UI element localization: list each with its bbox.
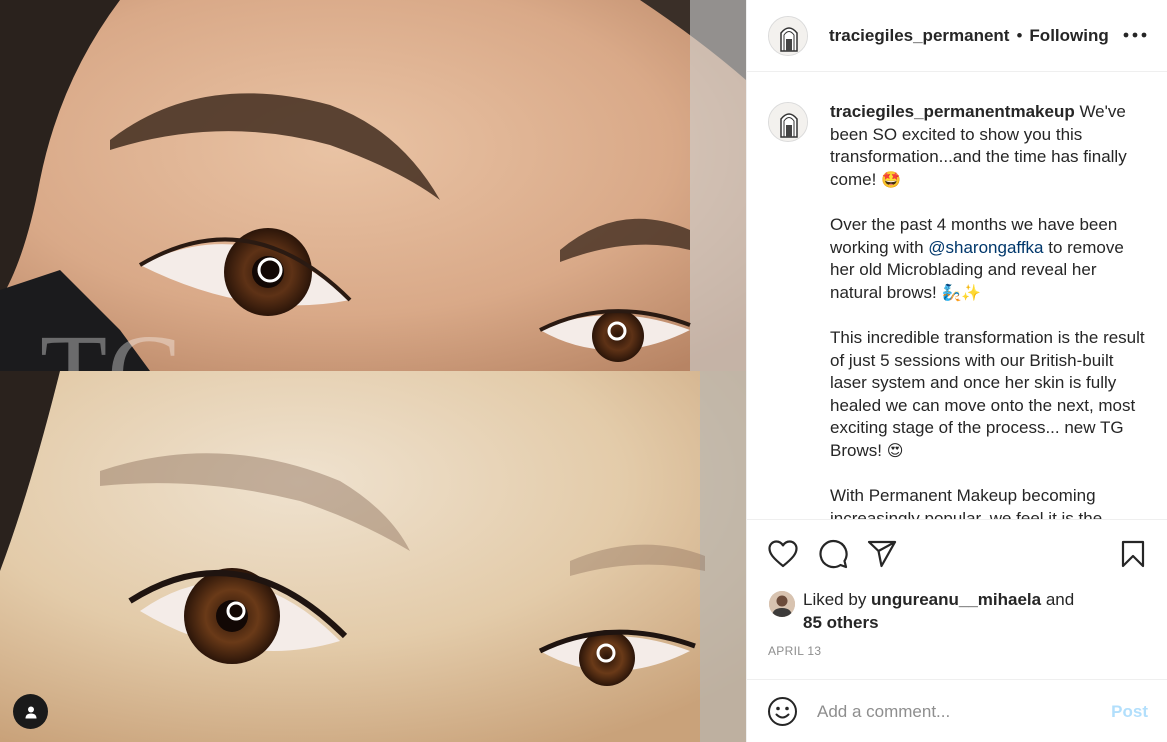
liker-avatar-image	[769, 591, 795, 617]
share-button[interactable]	[866, 538, 898, 570]
likes-summary: Liked by ungureanu__mihaela and 85 others	[769, 588, 1149, 634]
caption-paragraph-2: Over the past 4 months we have been work…	[830, 214, 1148, 304]
post-header: traciegiles_permanent • Following	[747, 0, 1167, 72]
likes-others-link[interactable]: 85 others	[803, 613, 879, 632]
bookmark-icon	[1121, 540, 1145, 568]
media-before-photo: TG	[0, 0, 746, 371]
avatar[interactable]	[768, 15, 808, 56]
more-options-icon	[1123, 32, 1147, 38]
caption: traciegiles_permanentmakeup We've been S…	[768, 101, 1148, 519]
caption-avatar[interactable]	[768, 102, 808, 142]
mention-link[interactable]: @sharongaffka	[928, 238, 1043, 257]
caption-paragraph-3: This incredible transformation is the re…	[830, 327, 1148, 463]
heart-icon	[768, 540, 798, 568]
watermark: TG	[40, 312, 187, 371]
header-username[interactable]: traciegiles_permanent	[829, 26, 1009, 46]
likes-prefix: Liked by	[803, 590, 872, 609]
comment-button[interactable]	[817, 538, 849, 570]
like-button[interactable]	[767, 538, 799, 570]
caption-username[interactable]: traciegiles_permanentmakeup	[830, 102, 1075, 121]
user-tag-button[interactable]	[13, 694, 48, 729]
genie-sparkles-emoji: 🧞✨	[941, 282, 982, 302]
emoji-button[interactable]	[767, 696, 798, 727]
heart-eyes-emoji: 😍	[886, 440, 904, 460]
action-bar	[747, 519, 1167, 587]
comment-input[interactable]	[817, 700, 1087, 724]
liker-username[interactable]: ungureanu__mihaela	[871, 590, 1041, 609]
smiley-icon	[768, 697, 797, 726]
post-side-panel: traciegiles_permanent • Following tracie…	[746, 0, 1167, 742]
comments-section[interactable]: traciegiles_permanentmakeup We've been S…	[747, 73, 1167, 519]
comment-icon	[819, 540, 848, 569]
paper-plane-icon	[867, 540, 897, 568]
following-button[interactable]: Following	[1029, 26, 1108, 46]
likes-text: Liked by ungureanu__mihaela and 85 others	[803, 588, 1074, 634]
header-separator: •	[1016, 25, 1023, 45]
caption-paragraph-4: With Permanent Makeup becoming increasin…	[830, 485, 1148, 519]
save-button[interactable]	[1117, 538, 1149, 570]
after-photo-image	[0, 371, 746, 742]
post-media[interactable]: TG	[0, 0, 746, 742]
more-options-button[interactable]	[1120, 25, 1150, 45]
caption-p4-text: With Permanent Makeup becoming increasin…	[830, 486, 1103, 519]
likes-middle: and	[1041, 590, 1075, 609]
user-tag-icon	[25, 706, 36, 718]
comment-form: Post	[747, 679, 1167, 742]
star-struck-emoji: 🤩	[881, 169, 901, 189]
profile-logo-icon	[769, 16, 807, 55]
avatar[interactable]	[769, 591, 795, 617]
profile-logo-icon	[769, 103, 807, 141]
post-comment-button[interactable]: Post	[1111, 702, 1148, 722]
media-after-photo	[0, 371, 746, 742]
caption-text: traciegiles_permanentmakeup We've been S…	[830, 101, 1148, 519]
post-date[interactable]: APRIL 13	[768, 644, 821, 658]
caption-p3-text: This incredible transformation is the re…	[830, 327, 1145, 460]
before-photo-image: TG	[0, 0, 746, 371]
caption-paragraph-1: traciegiles_permanentmakeup We've been S…	[830, 101, 1148, 191]
